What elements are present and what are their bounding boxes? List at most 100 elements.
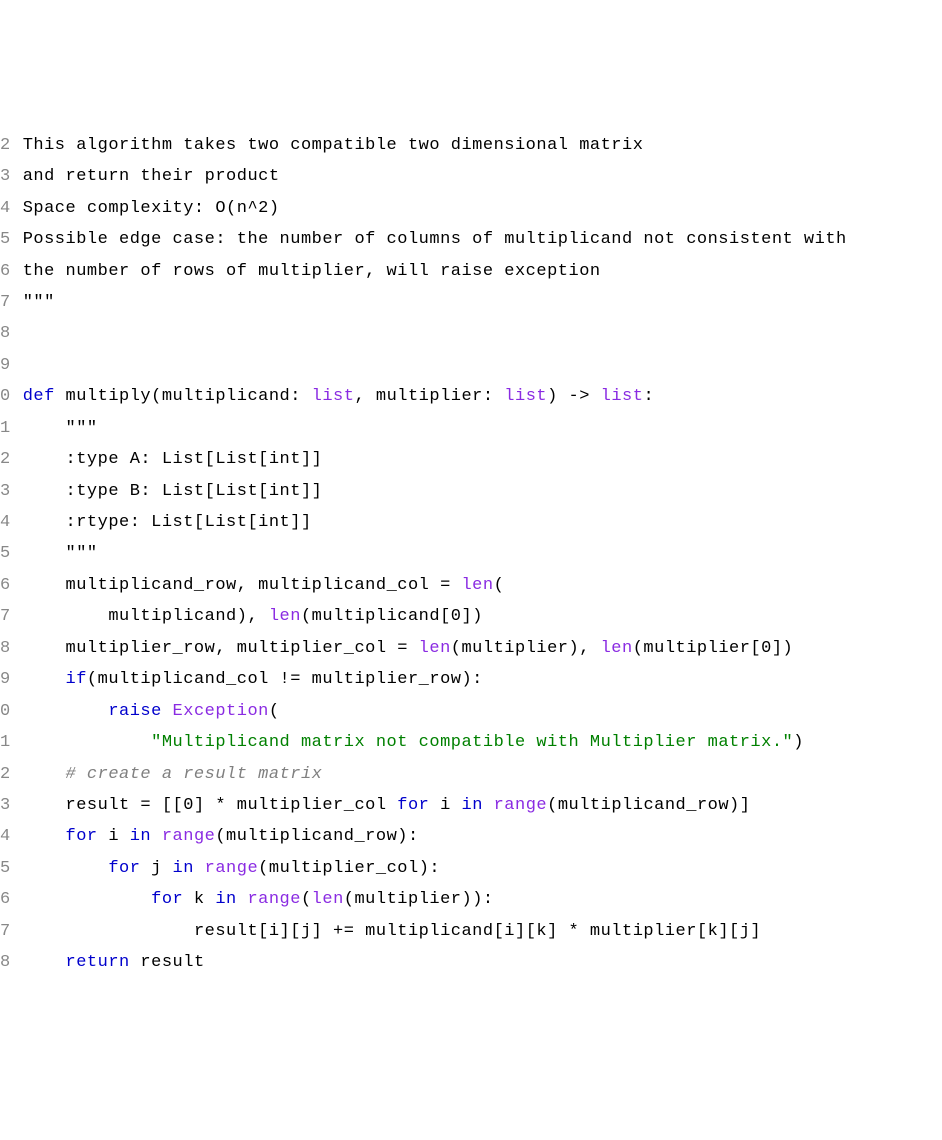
indent <box>23 607 109 626</box>
indent <box>23 639 66 658</box>
text-token: (multiplier[ <box>633 639 761 658</box>
number-token: 0 <box>183 796 194 815</box>
builtin-token: list <box>601 387 644 406</box>
text-token: and return their product <box>23 167 280 186</box>
code-line[interactable]: return result <box>23 947 942 978</box>
text-token: (multiplicand_col != multiplier_row): <box>87 670 483 689</box>
keyword-token: for <box>397 796 429 815</box>
keyword-token: in <box>462 796 483 815</box>
text-token: (multiplier), <box>451 639 601 658</box>
text-token <box>237 890 248 909</box>
builtin-token: Exception <box>173 702 269 721</box>
line-number: 2 <box>0 759 11 790</box>
code-line[interactable]: def multiply(multiplicand: list, multipl… <box>23 381 942 412</box>
builtin-token: len <box>269 607 301 626</box>
code-line[interactable] <box>23 350 942 381</box>
code-line[interactable]: """ <box>23 413 942 444</box>
number-token: 0 <box>451 607 462 626</box>
text-token: , multiplier: <box>354 387 504 406</box>
indent <box>23 450 66 469</box>
indent <box>23 890 151 909</box>
code-area[interactable]: This algorithm takes two compatible two … <box>23 130 942 979</box>
comment-token: # create a result matrix <box>66 765 323 784</box>
line-number: 4 <box>0 507 11 538</box>
text-token: (multiplicand[ <box>301 607 451 626</box>
code-line[interactable]: result = [[0] * multiplier_col for i in … <box>23 790 942 821</box>
code-line[interactable]: result[i][j] += multiplicand[i][k] * mul… <box>23 916 942 947</box>
builtin-token: list <box>504 387 547 406</box>
keyword-token: for <box>66 827 98 846</box>
text-token: """ <box>66 419 98 438</box>
line-number: 6 <box>0 256 11 287</box>
line-number: 1 <box>0 727 11 758</box>
indent <box>23 827 66 846</box>
text-token: ( <box>494 576 505 595</box>
line-number: 7 <box>0 916 11 947</box>
indent <box>23 922 194 941</box>
number-token: 0 <box>761 639 772 658</box>
code-line[interactable]: """ <box>23 538 942 569</box>
builtin-token: range <box>205 859 259 878</box>
code-line[interactable]: :rtype: List[List[int]] <box>23 507 942 538</box>
builtin-token: range <box>162 827 216 846</box>
text-token: :type A: List[List[int]] <box>66 450 323 469</box>
builtin-token: list <box>312 387 355 406</box>
code-line[interactable]: multiplicand), len(multiplicand[0]) <box>23 601 942 632</box>
keyword-token: for <box>108 859 140 878</box>
builtin-token: len <box>461 576 493 595</box>
line-number: 3 <box>0 790 11 821</box>
code-line[interactable]: multiplicand_row, multiplicand_col = len… <box>23 570 942 601</box>
code-line[interactable]: for i in range(multiplicand_row): <box>23 821 942 852</box>
text-token: ( <box>269 702 280 721</box>
text-token: : <box>643 387 654 406</box>
text-token: ( <box>301 890 312 909</box>
text-token: (multiplicand_row)] <box>547 796 750 815</box>
indent <box>23 733 151 752</box>
line-number: 4 <box>0 193 11 224</box>
indent <box>23 576 66 595</box>
line-number: 2 <box>0 444 11 475</box>
line-number: 9 <box>0 664 11 695</box>
text-token: ) <box>793 733 804 752</box>
keyword-token: in <box>215 890 236 909</box>
indent <box>23 765 66 784</box>
text-token <box>483 796 494 815</box>
text-token: ]) <box>462 607 483 626</box>
indent <box>23 670 66 689</box>
code-line[interactable]: if(multiplicand_col != multiplier_row): <box>23 664 942 695</box>
code-line[interactable] <box>23 318 942 349</box>
text-token: ] * multiplier_col <box>194 796 397 815</box>
code-line[interactable]: :type B: List[List[int]] <box>23 476 942 507</box>
line-number: 8 <box>0 633 11 664</box>
code-line[interactable]: and return their product <box>23 161 942 192</box>
code-line[interactable]: for k in range(len(multiplier)): <box>23 884 942 915</box>
text-token: i <box>98 827 130 846</box>
indent <box>23 859 109 878</box>
keyword-token: raise <box>108 702 162 721</box>
code-line[interactable]: multiplier_row, multiplier_col = len(mul… <box>23 633 942 664</box>
indent <box>23 544 66 563</box>
code-line[interactable]: Space complexity: O(n^2) <box>23 193 942 224</box>
builtin-token: len <box>601 639 633 658</box>
code-line[interactable]: :type A: List[List[int]] <box>23 444 942 475</box>
code-line[interactable]: the number of rows of multiplier, will r… <box>23 256 942 287</box>
text-token: """ <box>23 293 55 312</box>
text-token: i <box>429 796 461 815</box>
code-line[interactable]: """ <box>23 287 942 318</box>
indent <box>23 482 66 501</box>
text-token: result = [[ <box>66 796 184 815</box>
code-line[interactable]: # create a result matrix <box>23 759 942 790</box>
line-number: 5 <box>0 853 11 884</box>
code-line[interactable]: Possible edge case: the number of column… <box>23 224 942 255</box>
builtin-token: range <box>494 796 548 815</box>
text-token: result <box>130 953 205 972</box>
text-token <box>194 859 205 878</box>
text-token <box>151 827 162 846</box>
line-number: 1 <box>0 413 11 444</box>
code-line[interactable]: This algorithm takes two compatible two … <box>23 130 942 161</box>
code-line[interactable]: for j in range(multiplier_col): <box>23 853 942 884</box>
line-number: 9 <box>0 350 11 381</box>
line-number: 2 <box>0 130 11 161</box>
code-line[interactable]: "Multiplicand matrix not compatible with… <box>23 727 942 758</box>
code-line[interactable]: raise Exception( <box>23 696 942 727</box>
